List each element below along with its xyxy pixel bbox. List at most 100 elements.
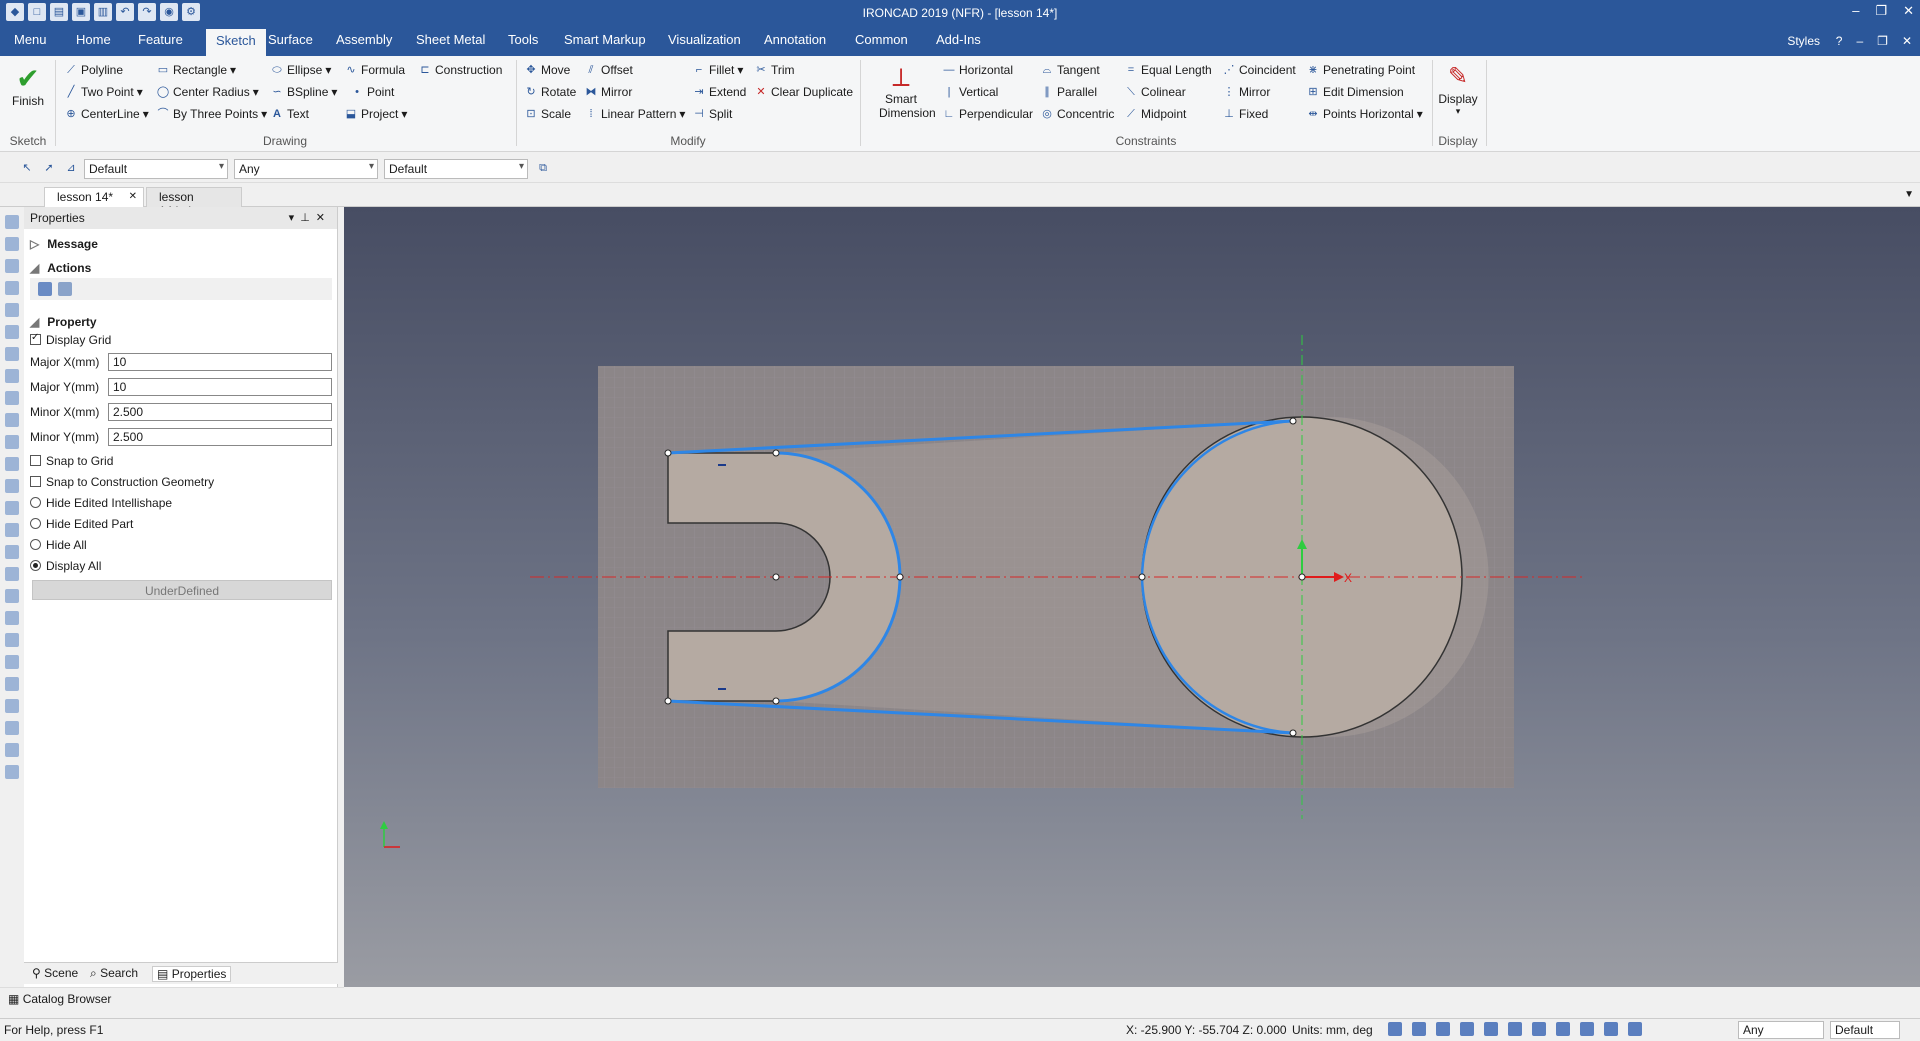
catalog-browser-bar[interactable]: ▦ Catalog Browser	[0, 987, 344, 1009]
tool-strip-icon[interactable]	[5, 391, 19, 405]
edit-action-icon[interactable]	[38, 282, 52, 296]
edit-dimension-button[interactable]: ⊞ Edit Dimension	[1306, 85, 1403, 99]
snap-to-grid-checkbox[interactable]: Snap to Grid	[30, 454, 113, 468]
radio-unselected[interactable]	[30, 518, 41, 529]
tool-strip-icon[interactable]	[5, 655, 19, 669]
formula-button[interactable]: ∿ Formula	[344, 63, 405, 77]
tool-strip-icon[interactable]	[5, 303, 19, 317]
finish-button[interactable]: ✔ Finish	[10, 64, 46, 109]
tool-strip-icon[interactable]	[5, 589, 19, 603]
maximize-icon[interactable]: ❐	[1875, 3, 1887, 19]
tool-strip-icon[interactable]	[5, 721, 19, 735]
styles-menu[interactable]: Styles	[1787, 34, 1820, 48]
hide-edited-intellishape-radio[interactable]: Hide Edited Intellishape	[30, 496, 172, 510]
radio-unselected[interactable]	[30, 539, 41, 550]
concentric-button[interactable]: ◎ Concentric	[1040, 107, 1114, 121]
linear-pattern-button[interactable]: ⁞ Linear Pattern ▾	[584, 107, 685, 121]
status-filter-select[interactable]: Any	[1738, 1021, 1824, 1039]
split-button[interactable]: ⊣ Split	[692, 107, 732, 121]
two-point-button[interactable]: ╱ Two Point ▾	[64, 85, 143, 99]
pan-icon[interactable]	[1508, 1022, 1522, 1036]
horizontal-button[interactable]: — Horizontal	[942, 63, 1014, 77]
ellipse-button[interactable]: ⬭ Ellipse ▾	[270, 63, 331, 77]
snap-icon[interactable]	[1580, 1022, 1594, 1036]
select-icon[interactable]: ↖	[20, 161, 34, 175]
major-x-field[interactable]: 10	[108, 353, 332, 371]
tab-tools[interactable]: Tools	[508, 32, 538, 47]
tab-surface[interactable]: Surface	[268, 32, 313, 47]
checkbox-checked[interactable]	[30, 332, 41, 345]
rectangle-button[interactable]: ▭ Rectangle ▾	[156, 63, 236, 77]
tool-strip-icon[interactable]	[5, 545, 19, 559]
render-icon[interactable]	[1460, 1022, 1474, 1036]
centerline-button[interactable]: ⊕ CenterLine ▾	[64, 107, 148, 121]
radio-selected[interactable]	[30, 560, 41, 571]
tool-strip-icon[interactable]	[5, 259, 19, 273]
point-button[interactable]: • Point	[350, 85, 394, 99]
tab-common[interactable]: Common	[855, 32, 908, 47]
dropdown-icon[interactable]: ▾	[289, 212, 301, 224]
doc-tab-lesson14-icd[interactable]: lesson 14.icd	[146, 187, 242, 218]
tool-strip-icon[interactable]	[5, 325, 19, 339]
coincident-button[interactable]: ⋰ Coincident	[1222, 63, 1296, 77]
tool-strip-icon[interactable]	[5, 215, 19, 229]
close-tab-icon[interactable]: ✕	[129, 191, 137, 202]
actions-section[interactable]: ◢ Actions	[30, 261, 91, 275]
equal-length-button[interactable]: = Equal Length	[1124, 63, 1212, 77]
zoom-fit-icon[interactable]	[1412, 1022, 1426, 1036]
minor-x-field[interactable]: 2.500	[108, 403, 332, 421]
tab-smart-markup[interactable]: Smart Markup	[564, 32, 646, 47]
move-button[interactable]: ✥ Move	[524, 63, 570, 77]
rotate-button[interactable]: ↻ Rotate	[524, 85, 576, 99]
tab-annotation[interactable]: Annotation	[764, 32, 826, 47]
tool-strip-icon[interactable]	[5, 743, 19, 757]
section-icon[interactable]	[1532, 1022, 1546, 1036]
tab-sheet-metal[interactable]: Sheet Metal	[416, 32, 485, 47]
tab-feature[interactable]: Feature	[138, 32, 183, 47]
close-icon[interactable]: ✕	[1903, 3, 1914, 19]
clear-duplicate-button[interactable]: ✕ Clear Duplicate	[754, 85, 853, 99]
project-button[interactable]: ⬓ Project ▾	[344, 107, 408, 121]
trim-button[interactable]: ✂ Trim	[754, 63, 794, 77]
tool-strip-icon[interactable]	[5, 633, 19, 647]
fillet-button[interactable]: ⌐ Fillet ▾	[692, 63, 744, 77]
table-action-icon[interactable]	[58, 282, 72, 296]
tool-strip-icon[interactable]	[5, 523, 19, 537]
zoom-icon[interactable]	[1388, 1022, 1402, 1036]
by-three-points-button[interactable]: ⌒ By Three Points ▾	[156, 107, 268, 121]
display-all-radio[interactable]: Display All	[30, 559, 101, 573]
status-scheme-select[interactable]: Default	[1830, 1021, 1900, 1039]
minor-y-field[interactable]: 2.500	[108, 428, 332, 446]
bspline-button[interactable]: ∽ BSpline ▾	[270, 85, 337, 99]
hide-edited-part-radio[interactable]: Hide Edited Part	[30, 517, 133, 531]
checkbox-unchecked[interactable]	[30, 476, 41, 487]
view-cube-icon[interactable]	[1436, 1022, 1450, 1036]
pin-icon[interactable]: ⊥	[300, 212, 316, 224]
checkbox-unchecked[interactable]	[30, 455, 41, 466]
orbit-icon[interactable]	[1484, 1022, 1498, 1036]
help-icon[interactable]: ?	[1836, 34, 1843, 48]
tool-strip-icon[interactable]	[5, 567, 19, 581]
major-y-field[interactable]: 10	[108, 378, 332, 396]
tool-strip-icon[interactable]	[5, 457, 19, 471]
parallel-button[interactable]: ∥ Parallel	[1040, 85, 1097, 99]
tab-visualization[interactable]: Visualization	[668, 32, 741, 47]
center-radius-button[interactable]: ◯ Center Radius ▾	[156, 85, 259, 99]
tool-strip-icon[interactable]	[5, 611, 19, 625]
camera-icon[interactable]	[1556, 1022, 1570, 1036]
extend-button[interactable]: ⇥ Extend	[692, 85, 746, 99]
smart-dimension-button[interactable]: ⟂ Smart Dimension	[866, 62, 936, 120]
snap-to-construction-checkbox[interactable]: Snap to Construction Geometry	[30, 475, 214, 489]
tool-strip-icon[interactable]	[5, 765, 19, 779]
fixed-button[interactable]: ⊥ Fixed	[1222, 107, 1268, 121]
display-grid-checkbox[interactable]: Display Grid	[30, 332, 111, 347]
pointer-icon[interactable]: ➚	[42, 161, 56, 175]
pointer-icon[interactable]	[1604, 1022, 1618, 1036]
close-panel-icon[interactable]: ✕	[316, 212, 331, 224]
penetrating-point-button[interactable]: ⋇ Penetrating Point	[1306, 63, 1415, 77]
tab-assembly[interactable]: Assembly	[336, 32, 392, 47]
tab-home[interactable]: Home	[76, 32, 111, 47]
midpoint-button[interactable]: ⟋ Midpoint	[1124, 107, 1186, 121]
tool-strip-icon[interactable]	[5, 677, 19, 691]
offset-button[interactable]: ⫽ Offset	[584, 63, 633, 77]
